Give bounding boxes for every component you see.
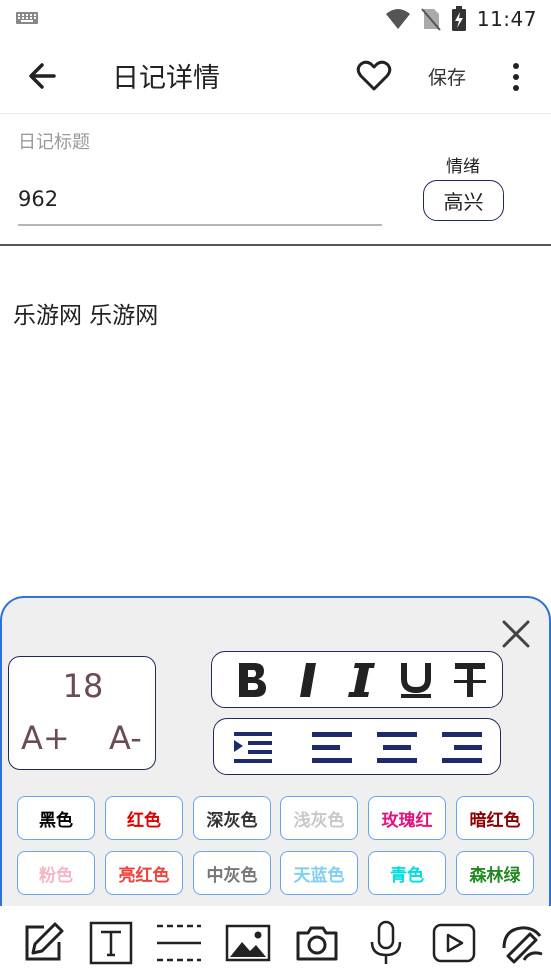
color-chip[interactable]: 中灰色 (193, 851, 271, 895)
pencil-icon[interactable] (20, 920, 66, 966)
status-bar: 11:47 (0, 0, 551, 38)
color-chip[interactable]: 浅灰色 (280, 796, 358, 840)
font-size-decrease-button[interactable]: A- (109, 719, 142, 757)
color-chip[interactable]: 暗红色 (456, 796, 534, 840)
font-size-value: 18 (62, 667, 104, 705)
color-chip[interactable]: 粉色 (17, 851, 95, 895)
save-button[interactable]: 保存 (428, 63, 466, 90)
mood-chip[interactable]: 高兴 (423, 180, 504, 221)
bottom-toolbar (0, 906, 551, 979)
image-icon[interactable] (225, 920, 271, 966)
wifi-icon (385, 9, 410, 29)
color-chip[interactable]: 红色 (105, 796, 183, 840)
clock: 11:47 (476, 7, 537, 31)
color-chip[interactable]: 天蓝色 (280, 851, 358, 895)
underline-icon[interactable] (396, 660, 436, 700)
strikethrough-icon[interactable] (450, 660, 490, 700)
app-bar: 日记详情 保存 (0, 38, 551, 114)
diary-content[interactable]: 乐游网 乐游网 (13, 296, 158, 330)
color-chip[interactable]: 深灰色 (193, 796, 271, 840)
more-vert-icon[interactable] (506, 60, 526, 94)
bold-icon[interactable] (232, 660, 272, 700)
color-chip[interactable]: 玫瑰红 (368, 796, 446, 840)
color-chip[interactable]: 森林绿 (456, 851, 534, 895)
color-chip[interactable]: 黑色 (17, 796, 95, 840)
indent-icon[interactable] (232, 731, 274, 765)
font-size-box: 18 A+ A- (8, 656, 156, 770)
mic-icon[interactable] (363, 920, 409, 966)
close-icon[interactable] (500, 618, 532, 650)
heart-icon[interactable] (356, 58, 392, 94)
back-arrow-icon[interactable] (24, 58, 64, 94)
text-icon[interactable] (88, 920, 134, 966)
title-input[interactable] (18, 174, 382, 226)
align-center-icon[interactable] (375, 731, 419, 765)
divider-icon[interactable] (156, 920, 202, 966)
alignment-group (213, 718, 501, 775)
font-size-increase-button[interactable]: A+ (21, 719, 70, 757)
align-right-icon[interactable] (440, 731, 484, 765)
title-area: 日记标题 情绪 高兴 (0, 114, 551, 246)
title-hint: 日记标题 (18, 132, 90, 153)
no-sim-icon (421, 8, 441, 31)
battery-charging-icon (451, 6, 466, 31)
camera-icon[interactable] (294, 920, 340, 966)
keyboard-icon (16, 12, 38, 24)
video-icon[interactable] (431, 920, 477, 966)
color-chip[interactable]: 亮红色 (105, 851, 183, 895)
italic-serif-icon[interactable] (344, 660, 378, 700)
paint-icon[interactable] (500, 920, 546, 966)
text-style-group (211, 651, 503, 708)
color-chip[interactable]: 青色 (368, 851, 446, 895)
mood-label: 情绪 (446, 157, 480, 177)
align-left-icon[interactable] (310, 731, 354, 765)
italic-icon[interactable] (294, 660, 324, 700)
page-title: 日记详情 (112, 63, 220, 94)
